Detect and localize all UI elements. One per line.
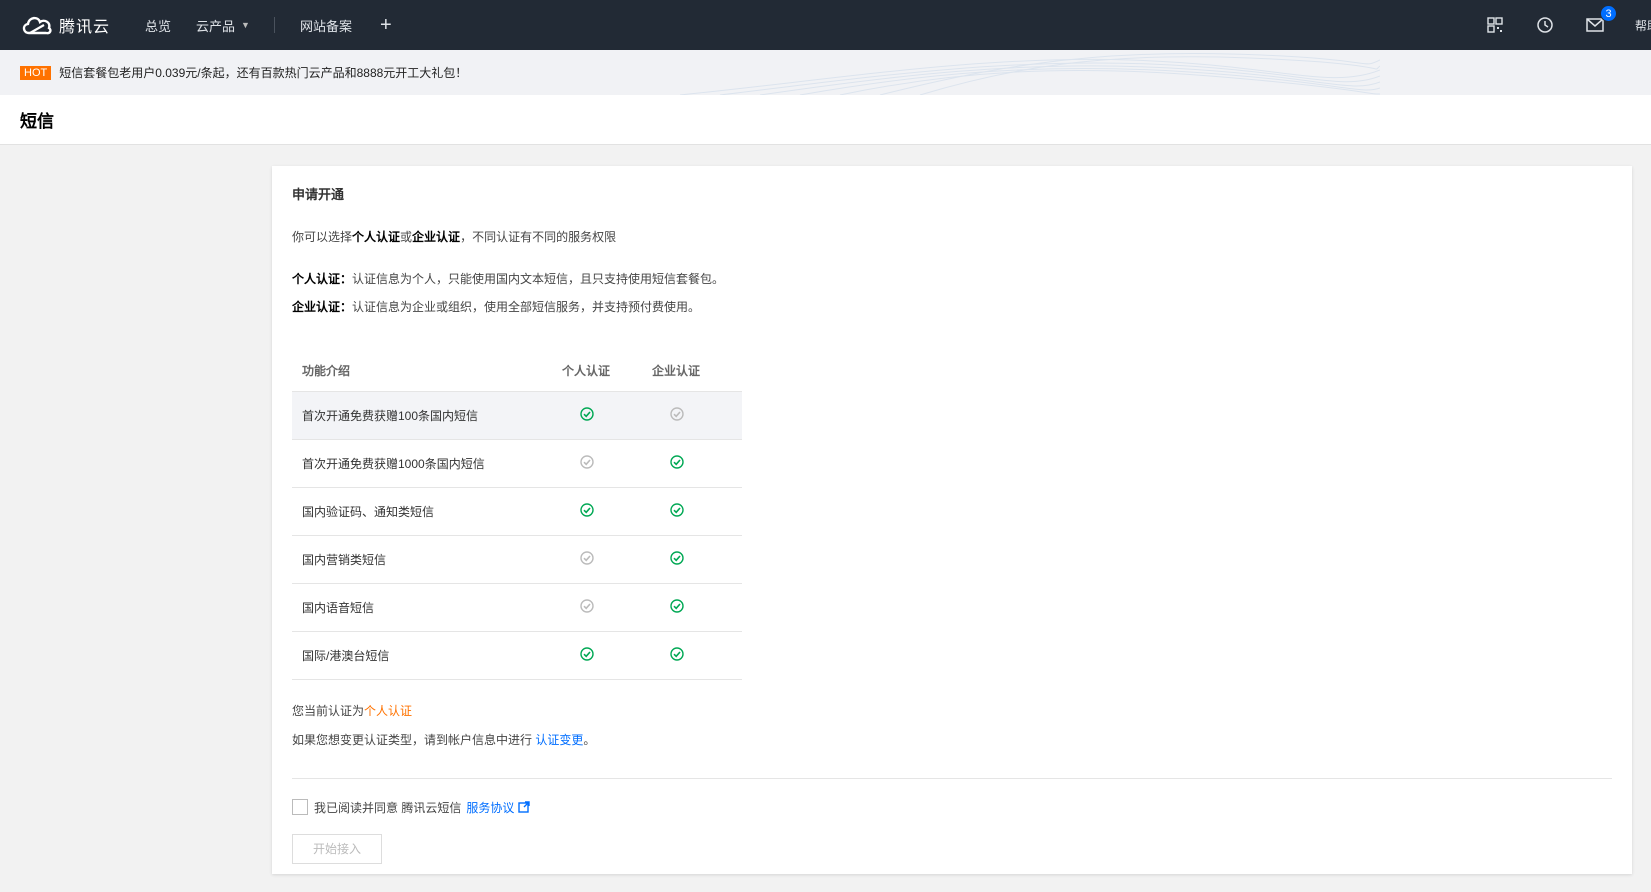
mail-badge: 3 — [1600, 5, 1617, 22]
table-row: 首次开通免费获赠100条国内短信 — [292, 391, 742, 440]
hot-badge: HOT — [20, 65, 52, 80]
feature-cell: 首次开通免费获赠1000条国内短信 — [292, 439, 562, 488]
announcement-text[interactable]: 短信套餐包老用户0.039元/条起，还有百款热门云产品和8888元开工大礼包！ — [59, 64, 467, 81]
agreement-row: 我已阅读并同意 腾讯云短信 服务协议 — [292, 799, 1612, 816]
change-auth-suffix: 。 — [583, 732, 596, 747]
personal-support-cell — [562, 487, 652, 536]
intro-prefix: 你可以选择 — [292, 230, 353, 244]
check-circle-disabled-icon — [670, 406, 684, 424]
page-title: 短信 — [20, 112, 54, 131]
nav-icp-filing[interactable]: 网站备案 — [300, 16, 352, 35]
enterprise-support-cell — [652, 631, 742, 680]
personal-label: 个人认证： — [292, 272, 353, 286]
table-row: 国内营销类短信 — [292, 535, 742, 584]
table-header-row: 功能介绍 个人认证 企业认证 — [292, 351, 742, 392]
nav-overview[interactable]: 总览 — [145, 16, 171, 35]
enterprise-desc-line: 企业认证：认证信息为企业或组织，使用全部短信服务，并支持预付费使用。 — [292, 293, 1612, 321]
feature-cell: 国内营销类短信 — [292, 535, 562, 584]
personal-support-cell — [562, 583, 652, 632]
feature-table: 功能介绍 个人认证 企业认证 首次开通免费获赠100条国内短信 首次开通免费获赠1… — [292, 351, 742, 680]
table-row: 首次开通免费获赠1000条国内短信 — [292, 439, 742, 488]
add-shortcut-icon[interactable]: + — [380, 14, 392, 37]
enterprise-support-cell — [652, 439, 742, 488]
cloud-icon — [22, 16, 52, 35]
mail-icon[interactable]: 3 — [1585, 5, 1617, 35]
apply-card: 申请开通 你可以选择个人认证或企业认证，不同认证有不同的服务权限 个人认证：认证… — [272, 166, 1632, 874]
check-circle-icon — [670, 454, 684, 472]
current-auth-value: 个人认证 — [364, 703, 413, 718]
intro-or: 或 — [400, 230, 413, 244]
table-row: 国内验证码、通知类短信 — [292, 487, 742, 536]
enterprise-label: 企业认证： — [292, 300, 353, 314]
brand-logo[interactable]: 腾讯云 — [20, 13, 120, 37]
enterprise-support-cell — [652, 535, 742, 584]
feature-cell: 国际/港澳台短信 — [292, 631, 562, 680]
enterprise-support-cell — [652, 487, 742, 536]
feature-cell: 国内验证码、通知类短信 — [292, 487, 562, 536]
check-circle-icon — [580, 646, 594, 664]
check-circle-disabled-icon — [580, 598, 594, 616]
personal-desc-line: 个人认证：认证信息为个人，只能使用国内文本短信，且只支持使用短信套餐包。 — [292, 265, 1612, 293]
chevron-down-icon: ▼ — [241, 20, 250, 30]
divider — [292, 777, 1612, 779]
feature-cell: 首次开通免费获赠100条国内短信 — [292, 391, 562, 440]
clock-icon[interactable] — [1535, 15, 1555, 35]
qrcode-icon[interactable] — [1485, 15, 1505, 35]
personal-support-cell — [562, 391, 652, 440]
external-link-icon — [518, 801, 531, 813]
personal-support-cell — [562, 535, 652, 584]
check-circle-disabled-icon — [580, 550, 594, 568]
nav-products[interactable]: 云产品 ▼ — [196, 16, 250, 35]
current-auth-prefix: 您当前认证为 — [292, 703, 365, 718]
intro-text: 你可以选择个人认证或企业认证，不同认证有不同的服务权限 — [292, 228, 1612, 245]
check-circle-icon — [580, 502, 594, 520]
header-feature: 功能介绍 — [292, 351, 562, 392]
table-row: 国际/港澳台短信 — [292, 631, 742, 680]
feature-cell: 国内语音短信 — [292, 583, 562, 632]
top-nav: 腾讯云 总览 云产品 ▼ 网站备案 + 3 帮助 — [0, 0, 1651, 50]
card-title: 申请开通 — [292, 187, 345, 202]
intro-enterprise: 企业认证 — [412, 230, 461, 244]
announcement-bar[interactable]: HOT 短信套餐包老用户0.039元/条起，还有百款热门云产品和8888元开工大… — [0, 50, 1651, 95]
change-auth-line: 如果您想变更认证类型，请到帐户信息中进行 认证变更。 — [292, 731, 1612, 748]
check-circle-icon — [580, 406, 594, 424]
page-header: 短信 — [0, 95, 1651, 145]
enterprise-desc: 认证信息为企业或组织，使用全部短信服务，并支持预付费使用。 — [352, 300, 701, 314]
personal-desc: 认证信息为个人，只能使用国内文本短信，且只支持使用短信套餐包。 — [352, 272, 725, 286]
table-row: 国内语音短信 — [292, 583, 742, 632]
check-circle-disabled-icon — [580, 454, 594, 472]
check-circle-icon — [670, 598, 684, 616]
header-enterprise: 企业认证 — [652, 351, 742, 392]
brand-name: 腾讯云 — [59, 19, 111, 36]
intro-personal: 个人认证 — [352, 230, 401, 244]
enterprise-support-cell — [652, 583, 742, 632]
change-auth-link[interactable]: 认证变更 — [535, 733, 583, 747]
service-agreement-label: 服务协议 — [466, 800, 515, 815]
intro-suffix: ，不同认证有不同的服务权限 — [460, 230, 617, 244]
service-agreement-link[interactable]: 服务协议 — [466, 799, 531, 816]
nav-help[interactable]: 帮助 — [1635, 17, 1651, 34]
agree-text: 我已阅读并同意 腾讯云短信 — [314, 800, 462, 815]
start-button[interactable]: 开始接入 — [292, 833, 382, 864]
decorative-waves — [680, 53, 1380, 95]
nav-right: 3 帮助 — [1485, 0, 1651, 50]
personal-support-cell — [562, 439, 652, 488]
current-auth: 您当前认证为个人认证 — [292, 702, 1612, 719]
enterprise-support-cell — [652, 391, 742, 440]
header-personal: 个人认证 — [562, 351, 652, 392]
check-circle-icon — [670, 502, 684, 520]
auth-descriptions: 个人认证：认证信息为个人，只能使用国内文本短信，且只支持使用短信套餐包。 企业认… — [292, 265, 1612, 321]
check-circle-icon — [670, 646, 684, 664]
agree-checkbox[interactable] — [292, 799, 308, 815]
personal-support-cell — [562, 631, 652, 680]
nav-divider — [273, 17, 275, 33]
check-circle-icon — [670, 550, 684, 568]
nav-products-label: 云产品 — [196, 18, 236, 34]
change-auth-prefix: 如果您想变更认证类型，请到帐户信息中进行 — [292, 732, 533, 747]
